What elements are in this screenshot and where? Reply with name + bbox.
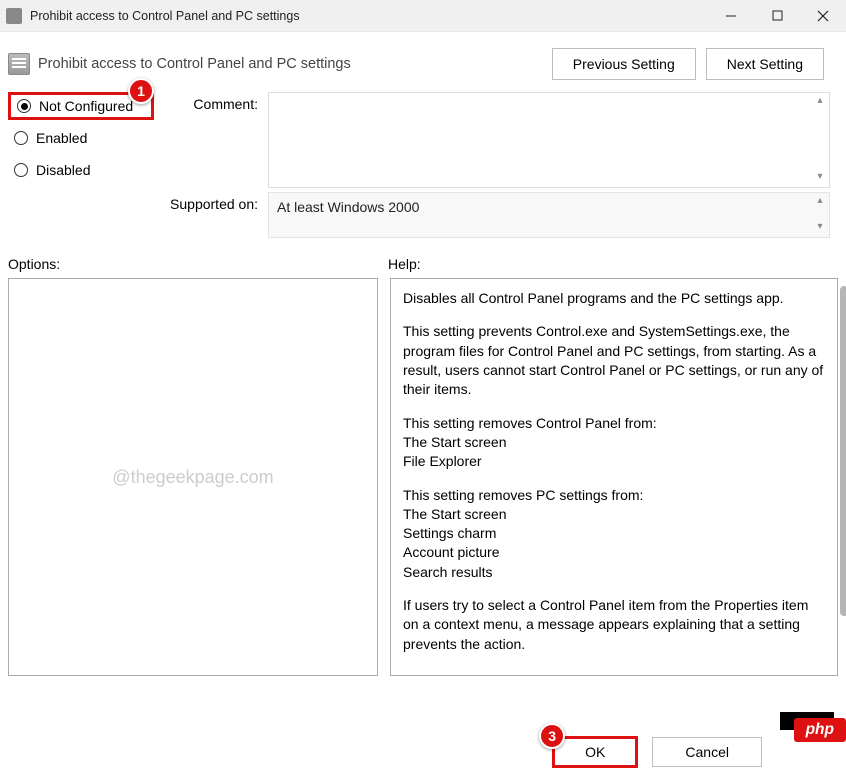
next-setting-button[interactable]: Next Setting bbox=[706, 48, 824, 80]
watermark-text: @thegeekpage.com bbox=[112, 467, 273, 488]
state-and-comment: 1 Not Configured Enabled Disabled Commen… bbox=[0, 92, 846, 188]
help-paragraph: This setting removes Control Panel from:… bbox=[403, 414, 825, 472]
callout-1: 1 bbox=[128, 78, 154, 104]
state-radio-group: 1 Not Configured Enabled Disabled bbox=[0, 92, 150, 188]
php-badge: php bbox=[794, 718, 846, 742]
dialog-footer: 3 OK Cancel bbox=[552, 736, 836, 768]
nav-buttons: Previous Setting Next Setting bbox=[552, 48, 824, 80]
scrollbar[interactable] bbox=[840, 286, 846, 616]
supported-column: Supported on: At least Windows 2000 ▴ ▾ bbox=[150, 192, 846, 238]
comment-textarea[interactable]: ▴ ▾ bbox=[268, 92, 830, 188]
radio-icon bbox=[17, 99, 31, 113]
radio-enabled[interactable]: Enabled bbox=[8, 124, 150, 152]
window-controls bbox=[708, 0, 846, 32]
ok-button[interactable]: OK bbox=[552, 736, 638, 768]
scroll-down-icon[interactable]: ▾ bbox=[813, 171, 827, 185]
policy-icon bbox=[8, 53, 30, 75]
radio-icon bbox=[14, 131, 28, 145]
radio-label: Enabled bbox=[36, 130, 87, 146]
options-label: Options: bbox=[8, 256, 388, 272]
radio-disabled[interactable]: Disabled bbox=[8, 156, 150, 184]
close-button[interactable] bbox=[800, 0, 846, 32]
radio-label: Not Configured bbox=[39, 98, 133, 114]
scroll-up-icon[interactable]: ▴ bbox=[813, 195, 827, 209]
content-boxes: @thegeekpage.com Disables all Control Pa… bbox=[0, 278, 846, 676]
window-title: Prohibit access to Control Panel and PC … bbox=[30, 9, 708, 23]
comment-column: Comment: ▴ ▾ bbox=[150, 92, 846, 188]
help-paragraph: If users try to select a Control Panel i… bbox=[403, 596, 825, 654]
section-labels: Options: Help: bbox=[0, 238, 846, 278]
supported-text: At least Windows 2000 bbox=[277, 199, 419, 215]
supported-textbox: At least Windows 2000 ▴ ▾ bbox=[268, 192, 830, 238]
help-paragraph: This setting removes PC settings from: T… bbox=[403, 486, 825, 583]
titlebar: Prohibit access to Control Panel and PC … bbox=[0, 0, 846, 32]
scroll-up-icon[interactable]: ▴ bbox=[813, 95, 827, 109]
options-box: @thegeekpage.com bbox=[8, 278, 378, 676]
help-label: Help: bbox=[388, 256, 421, 272]
policy-header-row: Prohibit access to Control Panel and PC … bbox=[0, 32, 846, 92]
policy-title: Prohibit access to Control Panel and PC … bbox=[38, 56, 552, 72]
supported-label: Supported on: bbox=[150, 192, 268, 238]
help-paragraph: Disables all Control Panel programs and … bbox=[403, 289, 825, 308]
help-box[interactable]: Disables all Control Panel programs and … bbox=[390, 278, 838, 676]
radio-label: Disabled bbox=[36, 162, 90, 178]
maximize-button[interactable] bbox=[754, 0, 800, 32]
minimize-button[interactable] bbox=[708, 0, 754, 32]
radio-icon bbox=[14, 163, 28, 177]
callout-3: 3 bbox=[539, 723, 565, 749]
help-paragraph: This setting prevents Control.exe and Sy… bbox=[403, 322, 825, 399]
scroll-down-icon[interactable]: ▾ bbox=[813, 221, 827, 235]
cancel-button[interactable]: Cancel bbox=[652, 737, 762, 767]
app-icon bbox=[6, 8, 22, 24]
ok-wrap: 3 OK bbox=[552, 736, 638, 768]
supported-row: Supported on: At least Windows 2000 ▴ ▾ bbox=[0, 192, 846, 238]
comment-label: Comment: bbox=[150, 92, 268, 188]
previous-setting-button[interactable]: Previous Setting bbox=[552, 48, 696, 80]
